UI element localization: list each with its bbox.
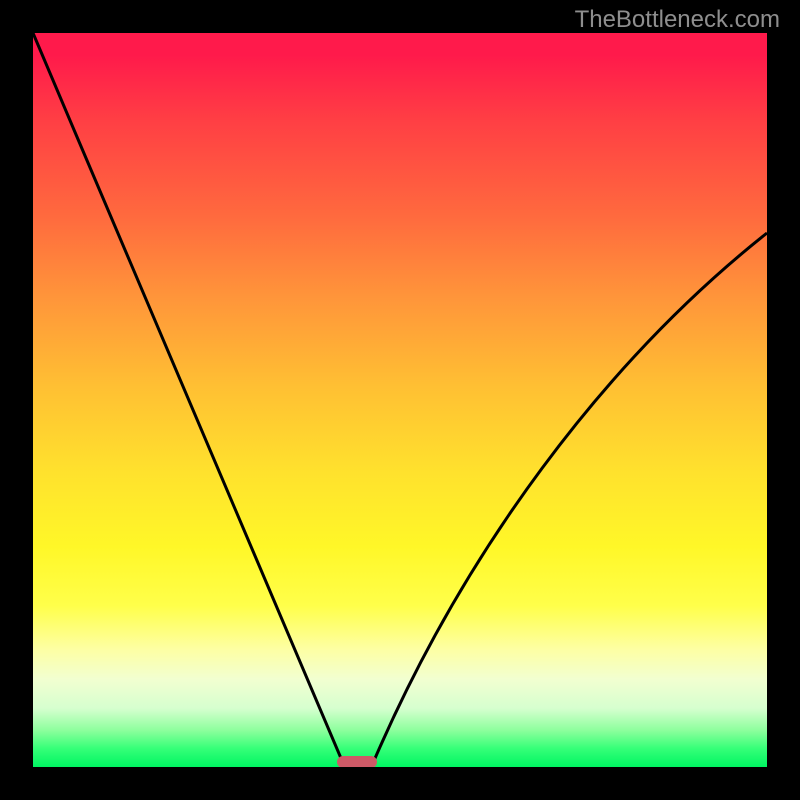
curve-left (33, 33, 343, 763)
watermark-text: TheBottleneck.com (575, 6, 780, 34)
outer-frame: TheBottleneck.com (0, 0, 800, 800)
optimal-marker (337, 756, 377, 767)
bottleneck-curve (33, 33, 767, 767)
plot-area (33, 33, 767, 767)
curve-right (373, 233, 767, 763)
